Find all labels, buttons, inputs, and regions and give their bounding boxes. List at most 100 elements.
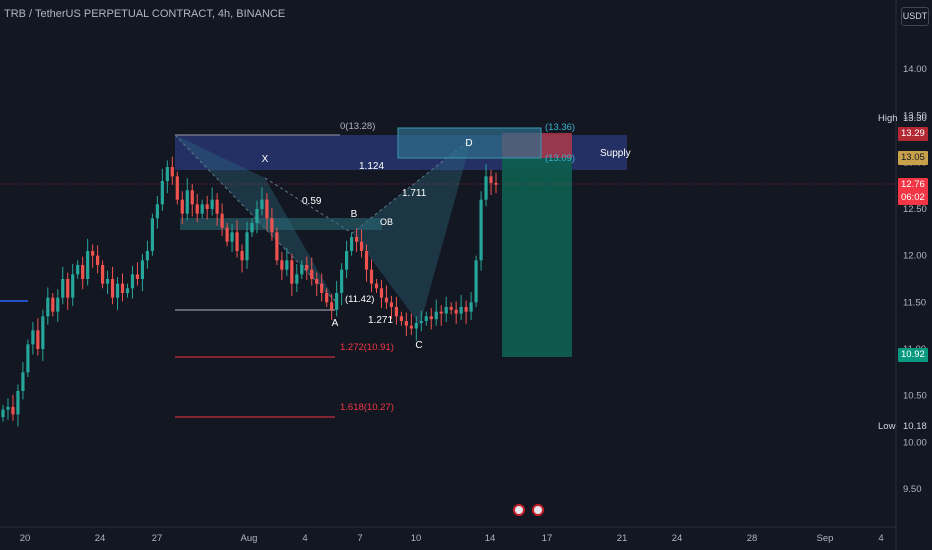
time-tick-label: 27 <box>152 533 163 544</box>
current-price-tag: 12.76 <box>898 178 928 192</box>
candle-body <box>170 167 174 177</box>
time-tick-label: 28 <box>747 533 758 544</box>
point-a-label: A <box>332 318 339 329</box>
candle-body <box>290 260 294 284</box>
position-top-label: (13.36) <box>545 122 575 133</box>
candle-body <box>86 251 90 279</box>
low-label: Low <box>878 421 896 432</box>
candle-body <box>66 279 70 298</box>
candle-body <box>205 204 209 209</box>
high-value: 13.30 <box>903 113 927 124</box>
time-tick-label: 21 <box>617 533 628 544</box>
candle-body <box>469 302 473 312</box>
candle-body <box>245 232 249 261</box>
candle-body <box>439 311 443 314</box>
candle-body <box>399 316 403 321</box>
candle-body <box>424 316 428 321</box>
fib-1618-label: 1.618(10.27) <box>340 402 394 413</box>
candle-body <box>155 204 159 219</box>
candle-body <box>6 406 10 410</box>
candle-body <box>434 311 438 320</box>
candle-body <box>374 283 379 289</box>
candle-body <box>200 204 204 214</box>
candle-body <box>11 406 15 415</box>
price-tick-label: 14.00 <box>903 64 927 75</box>
candle-body <box>315 279 319 284</box>
candle-body <box>280 260 284 270</box>
candle-body <box>394 307 399 317</box>
candle-body <box>494 182 498 185</box>
candle-body <box>81 265 85 279</box>
candle-body <box>285 260 289 270</box>
candle-body <box>26 344 30 373</box>
time-tick-label: 7 <box>357 533 362 544</box>
price-tick-label: 12.50 <box>903 204 927 215</box>
candle-body <box>180 199 184 214</box>
time-tick-label: Aug <box>241 533 258 544</box>
candle-body <box>265 199 269 219</box>
point-b-label: B <box>351 209 358 220</box>
candle-body <box>484 176 488 200</box>
candle-body <box>51 297 55 312</box>
time-tick-label: 4 <box>302 533 307 544</box>
candle-body <box>120 283 125 293</box>
candle-body <box>275 232 279 261</box>
candle-body <box>96 255 100 265</box>
candle-body <box>220 213 224 228</box>
candle-body <box>459 307 463 314</box>
candle-body <box>1 409 5 418</box>
candle-body <box>479 199 483 261</box>
price-chart[interactable]: 14.0013.5013.0012.5012.0011.5011.0010.50… <box>0 0 932 550</box>
candle-body <box>115 283 120 298</box>
candle-body <box>91 251 95 256</box>
fib-zero-label: 0(13.28) <box>340 121 375 132</box>
candle-body <box>335 293 339 310</box>
high-label: High <box>878 113 898 124</box>
candle-body <box>41 316 45 349</box>
price-tick-label: 9.50 <box>903 484 922 495</box>
us-flag-event-icon[interactable] <box>532 504 544 516</box>
candle-body <box>210 199 214 209</box>
time-tick-label: 24 <box>672 533 683 544</box>
candle-body <box>130 274 135 289</box>
currency-button[interactable]: USDT <box>901 7 929 26</box>
candle-body <box>449 307 453 310</box>
us-flag-event-icon[interactable] <box>513 504 525 516</box>
candle-body <box>354 237 359 242</box>
price-tick-label: 10.50 <box>903 391 927 402</box>
time-tick-label: 14 <box>485 533 496 544</box>
supply-label: Supply <box>600 148 631 159</box>
countdown-tag: 06:02 <box>898 191 928 205</box>
stop-price-tag: 13.29 <box>898 127 928 141</box>
candle-body <box>16 391 20 415</box>
candle-body <box>21 372 25 391</box>
candle-body <box>369 269 374 284</box>
candle-body <box>105 279 110 284</box>
price-tick-label: 12.00 <box>903 251 927 262</box>
candle-body <box>330 302 334 310</box>
price-tick-label: 11.50 <box>903 297 926 308</box>
candle-body <box>225 227 229 242</box>
candle-body <box>295 274 299 284</box>
candle-body <box>474 260 478 303</box>
candle-body <box>165 167 169 181</box>
candle-body <box>320 283 324 293</box>
candle-body <box>404 321 408 326</box>
candle-body <box>190 190 194 205</box>
candle-body <box>71 274 75 298</box>
candle-body <box>409 325 413 329</box>
candle-body <box>100 265 105 284</box>
time-tick-label: 24 <box>95 533 106 544</box>
target-price-tag: 10.92 <box>898 348 928 362</box>
candle-body <box>414 322 418 329</box>
candle-body <box>305 265 309 270</box>
candle-body <box>325 293 329 303</box>
candle-body <box>140 260 145 279</box>
time-tick-label: 20 <box>20 533 31 544</box>
candle-body <box>56 297 60 312</box>
candle-body <box>310 269 314 279</box>
candle-body <box>135 274 140 279</box>
ratio-xd-label: 1.124 <box>359 161 384 172</box>
candle-body <box>230 232 234 242</box>
candle-body <box>46 297 50 317</box>
